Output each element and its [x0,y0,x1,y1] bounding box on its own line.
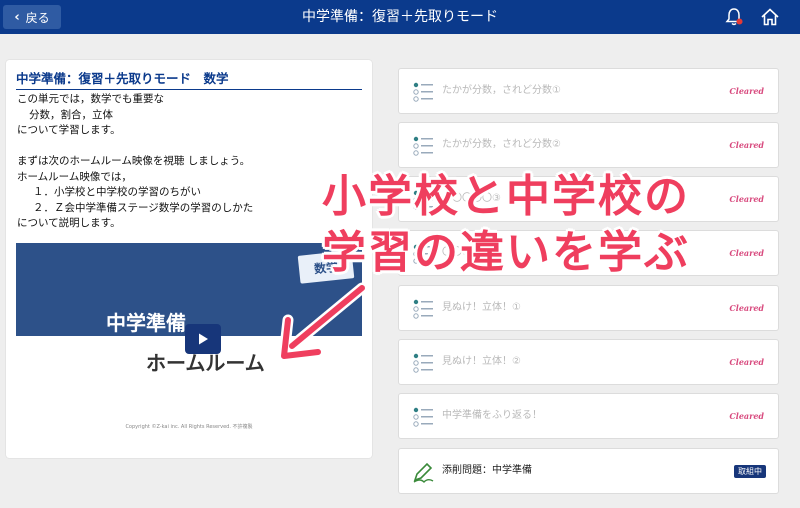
video-title-line1: 中学準備 [106,311,186,335]
top-bar: ‹ 戻る 中学準備：復習＋先取りモード [0,0,800,34]
lesson-title: 添削問題：中学準備 [442,465,532,476]
intro-line: ホームルーム映像では， [17,170,132,183]
status-badge: 取組中 [734,465,766,478]
pencil-icon [413,462,434,483]
back-button[interactable]: ‹ 戻る [3,5,61,29]
status-badge: Cleared [729,140,764,150]
checklist-icon [413,299,433,319]
overlay-caption-line2: 学習の違いを学ぶ [322,227,690,278]
checklist-icon [413,353,433,373]
lesson-title: 見ぬけ！立体！① [442,302,521,313]
panel-title: 中学準備：復習＋先取りモード 数学 [16,68,362,90]
video-copyright: Copyright ©Z-kai inc. All Rights Reserve… [125,424,253,430]
intro-line: ２．Ｚ会中学準備ステージ数学の学習のしかた [33,201,254,214]
play-icon [199,333,208,345]
status-badge: Cleared [729,303,764,313]
checklist-icon [413,82,433,102]
intro-line [17,139,363,155]
play-button[interactable] [185,324,221,354]
bell-icon[interactable] [724,7,744,27]
intro-text: この単元では，数学でも重要な 分数，割合，立体 について学習します。 まずは次の… [17,92,363,232]
lesson-title: たかが分数，されど分数① [442,85,561,96]
status-badge: Cleared [729,357,764,367]
list-item[interactable]: 中学準備をふり返る！ Cleared [398,393,779,439]
status-badge: Cleared [729,411,764,421]
lesson-title: 中学準備をふり返る！ [442,410,542,421]
overlay-caption-line1: 小学校と中学校の [322,171,690,222]
lesson-title: 見ぬけ！立体！② [442,356,521,367]
checklist-icon [413,136,433,156]
intro-line: について説明します。 [17,217,121,229]
page-title: 中学準備：復習＋先取りモード [302,9,498,25]
list-item[interactable]: 見ぬけ！立体！② Cleared [398,339,779,385]
intro-line: 分数，割合，立体 [29,108,113,121]
back-label: 戻る [25,10,50,25]
status-badge: Cleared [729,248,764,258]
checklist-icon [413,407,433,427]
home-icon[interactable] [760,7,780,27]
chevron-left-icon: ‹ [14,9,20,25]
list-item[interactable]: 見ぬけ！立体！① Cleared [398,285,779,331]
intro-line: この単元では，数学でも重要な [17,93,164,105]
arrow-icon [278,282,368,362]
intro-line: について学習します。 [17,124,121,136]
lesson-intro-panel: 中学準備：復習＋先取りモード 数学 この単元では，数学でも重要な 分数，割合，立… [6,60,372,458]
intro-line: １．小学校と中学校の学習のちがい [33,186,201,198]
intro-line: まずは次のホームルーム映像を視聴 しましょう。 [17,155,251,167]
list-item[interactable]: 添削問題：中学準備 取組中 [398,448,779,494]
status-badge: Cleared [729,194,764,204]
list-item[interactable]: たかが分数，されど分数① Cleared [398,68,779,114]
status-badge: Cleared [729,86,764,96]
